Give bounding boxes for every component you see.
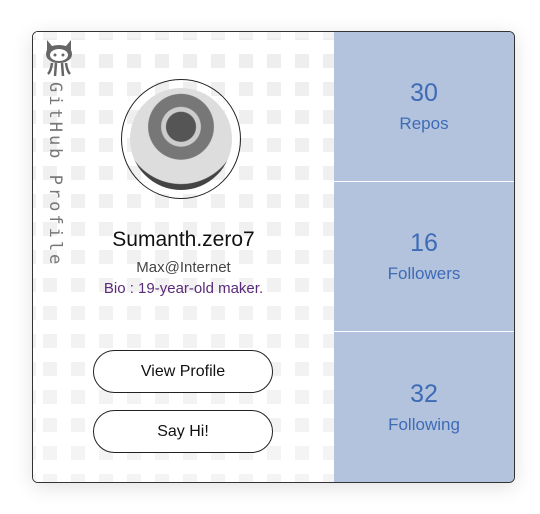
stat-following[interactable]: 32 Following bbox=[334, 332, 514, 482]
profile-handle: Max@Internet bbox=[136, 259, 231, 276]
github-octocat-icon bbox=[46, 40, 72, 77]
stats-panel: 30 Repos 16 Followers 32 Following bbox=[334, 32, 514, 482]
say-hi-button[interactable]: Say Hi! bbox=[93, 410, 273, 453]
stat-followers[interactable]: 16 Followers bbox=[334, 182, 514, 332]
stat-label: Following bbox=[388, 414, 460, 434]
stat-value: 16 bbox=[410, 229, 438, 257]
stat-value: 32 bbox=[410, 379, 438, 408]
stat-value: 30 bbox=[410, 79, 438, 107]
avatar bbox=[121, 79, 241, 199]
avatar-photo bbox=[130, 88, 232, 190]
stat-repos[interactable]: 30 Repos bbox=[334, 32, 514, 182]
view-profile-button[interactable]: View Profile bbox=[93, 350, 273, 393]
profile-panel: GitHub Profile Sumanth.zero7 Max@Interne… bbox=[33, 32, 334, 482]
github-profile-card: GitHub Profile Sumanth.zero7 Max@Interne… bbox=[32, 31, 515, 483]
stat-label: Repos bbox=[399, 114, 449, 133]
stat-label: Followers bbox=[387, 264, 461, 283]
profile-name: Sumanth.zero7 bbox=[112, 228, 255, 251]
profile-bio: Bio : 19-year-old maker. bbox=[103, 280, 264, 297]
